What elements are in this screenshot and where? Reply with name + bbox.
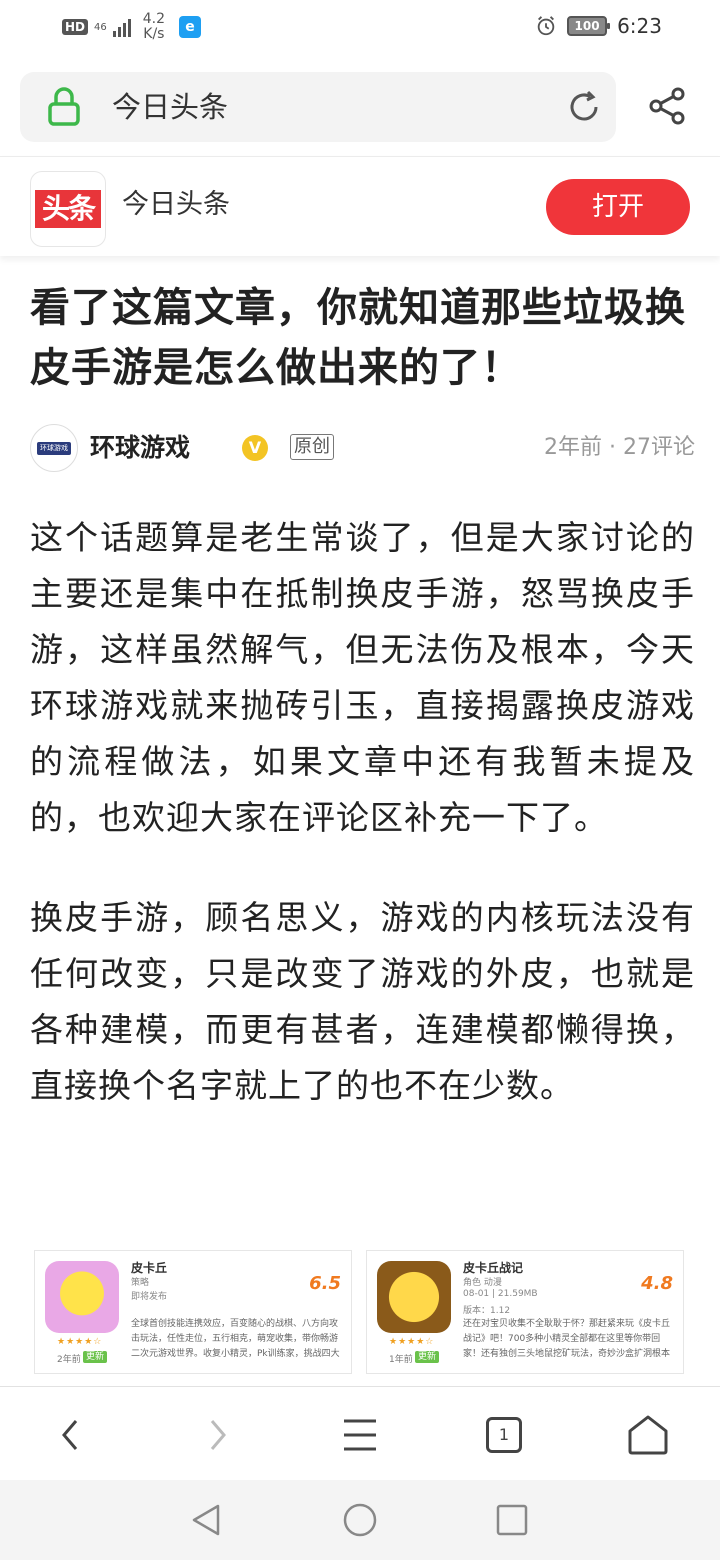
card-age: 1年前	[389, 1355, 413, 1365]
app-logo: 头条	[30, 171, 106, 247]
app-card: ★★★★☆ 1年前 更新 皮卡丘战记 角色 动漫 08-01 | 21.59MB…	[366, 1250, 684, 1374]
pikachu-app-icon	[377, 1261, 451, 1333]
home-icon[interactable]	[624, 1411, 672, 1459]
status-bar: HD 46 4.2 K/s e 100 6:23	[0, 0, 720, 58]
author-row: 环球游戏 环球游戏 V 原创 2年前 · 27评论	[30, 420, 695, 476]
pikachu-app-icon	[45, 1261, 119, 1333]
verified-icon: V	[242, 435, 268, 461]
app-banner: 头条 今日头条 打开	[0, 156, 720, 256]
card-age: 2年前	[57, 1355, 81, 1365]
network-type: 46	[94, 21, 107, 33]
chevron-right-icon[interactable]	[192, 1411, 240, 1459]
network-speed: 4.2 K/s	[143, 12, 165, 42]
card-status: 即将发布	[131, 1292, 168, 1302]
address-bar[interactable]: 今日头条	[20, 72, 616, 142]
chevron-left-icon[interactable]	[48, 1411, 96, 1459]
app-name: 今日头条	[122, 189, 230, 220]
app-logo-text: 头条	[35, 190, 101, 228]
article-meta: 2年前 · 27评论	[544, 435, 695, 460]
battery-icon: 100	[567, 16, 611, 36]
update-badge: 更新	[83, 1351, 108, 1363]
battery-level: 100	[574, 19, 600, 33]
address-row: 今日头条	[20, 72, 700, 142]
card-description: 全球首创技能连携效应，百变随心的战棋、八方向攻击玩法，任性走位，五行相克，萌宠收…	[131, 1319, 340, 1359]
menu-icon[interactable]	[336, 1411, 384, 1459]
card-date-size: 08-01 | 21.59MB	[463, 1289, 538, 1299]
update-badge: 更新	[415, 1351, 440, 1363]
status-right: 100 6:23	[535, 14, 662, 38]
alarm-icon	[537, 16, 555, 36]
system-nav-bar	[0, 1480, 720, 1560]
article-paragraph: 这个话题算是老生常谈了，但是大家讨论的主要还是集中在抵制换皮手游，怒骂换皮手游，…	[30, 518, 695, 837]
article-image: ★★★★☆ 2年前 更新 皮卡丘 策略 即将发布 6.5 全球首创技能连携效应，…	[34, 1250, 686, 1374]
reload-icon[interactable]	[566, 89, 602, 125]
open-app-button[interactable]: 打开	[546, 179, 690, 235]
status-left: HD 46 4.2 K/s e	[62, 12, 202, 42]
app-card: ★★★★☆ 2年前 更新 皮卡丘 策略 即将发布 6.5 全球首创技能连携效应，…	[34, 1250, 352, 1374]
network-speed-unit: K/s	[143, 26, 165, 42]
article-title: 看了这篇文章，你就知道那些垃圾换皮手游是怎么做出来的了！	[30, 285, 686, 391]
article: 看了这篇文章，你就知道那些垃圾换皮手游是怎么做出来的了！ 环球游戏 环球游戏 V…	[30, 278, 695, 1114]
network-speed-value: 4.2	[142, 11, 166, 27]
hd-badge: HD	[62, 19, 89, 35]
card-description: 还在对宝贝收集不全耿耿于怀？那赶紧来玩《皮卡丘战记》吧！700多种小精灵全部都在…	[463, 1319, 671, 1359]
nav-recent-icon[interactable]	[494, 1502, 530, 1538]
nav-back-icon[interactable]	[188, 1502, 224, 1538]
avatar[interactable]: 环球游戏	[30, 424, 78, 472]
nav-home-icon[interactable]	[342, 1502, 378, 1538]
notification-app-icon: e	[179, 16, 202, 38]
original-badge: 原创	[290, 434, 334, 460]
card-score: 4.8	[641, 1273, 673, 1294]
signal-icon	[112, 17, 131, 37]
tabs-button[interactable]: 1	[480, 1411, 528, 1459]
share-icon[interactable]	[648, 86, 688, 126]
card-title: 皮卡丘战记	[463, 1261, 524, 1275]
rating-stars: ★★★★☆	[389, 1337, 435, 1347]
avatar-text: 环球游戏	[37, 442, 71, 455]
lock-icon	[48, 87, 80, 126]
browser-toolbar: 1	[0, 1386, 720, 1480]
author-name[interactable]: 环球游戏	[90, 420, 190, 476]
card-category: 策略	[131, 1278, 150, 1288]
status-time: 6:23	[617, 14, 662, 38]
card-version: 版本：1.12	[463, 1306, 511, 1316]
tabs-count: 1	[486, 1417, 522, 1453]
article-paragraph: 换皮手游，顾名思义，游戏的内核玩法没有任何改变，只是改变了游戏的外皮，也就是各种…	[30, 898, 695, 1105]
rating-stars: ★★★★☆	[57, 1337, 103, 1347]
address-text[interactable]: 今日头条	[112, 72, 228, 142]
card-category: 角色 动漫	[463, 1278, 502, 1288]
card-title: 皮卡丘	[131, 1261, 168, 1275]
card-score: 6.5	[309, 1273, 341, 1294]
